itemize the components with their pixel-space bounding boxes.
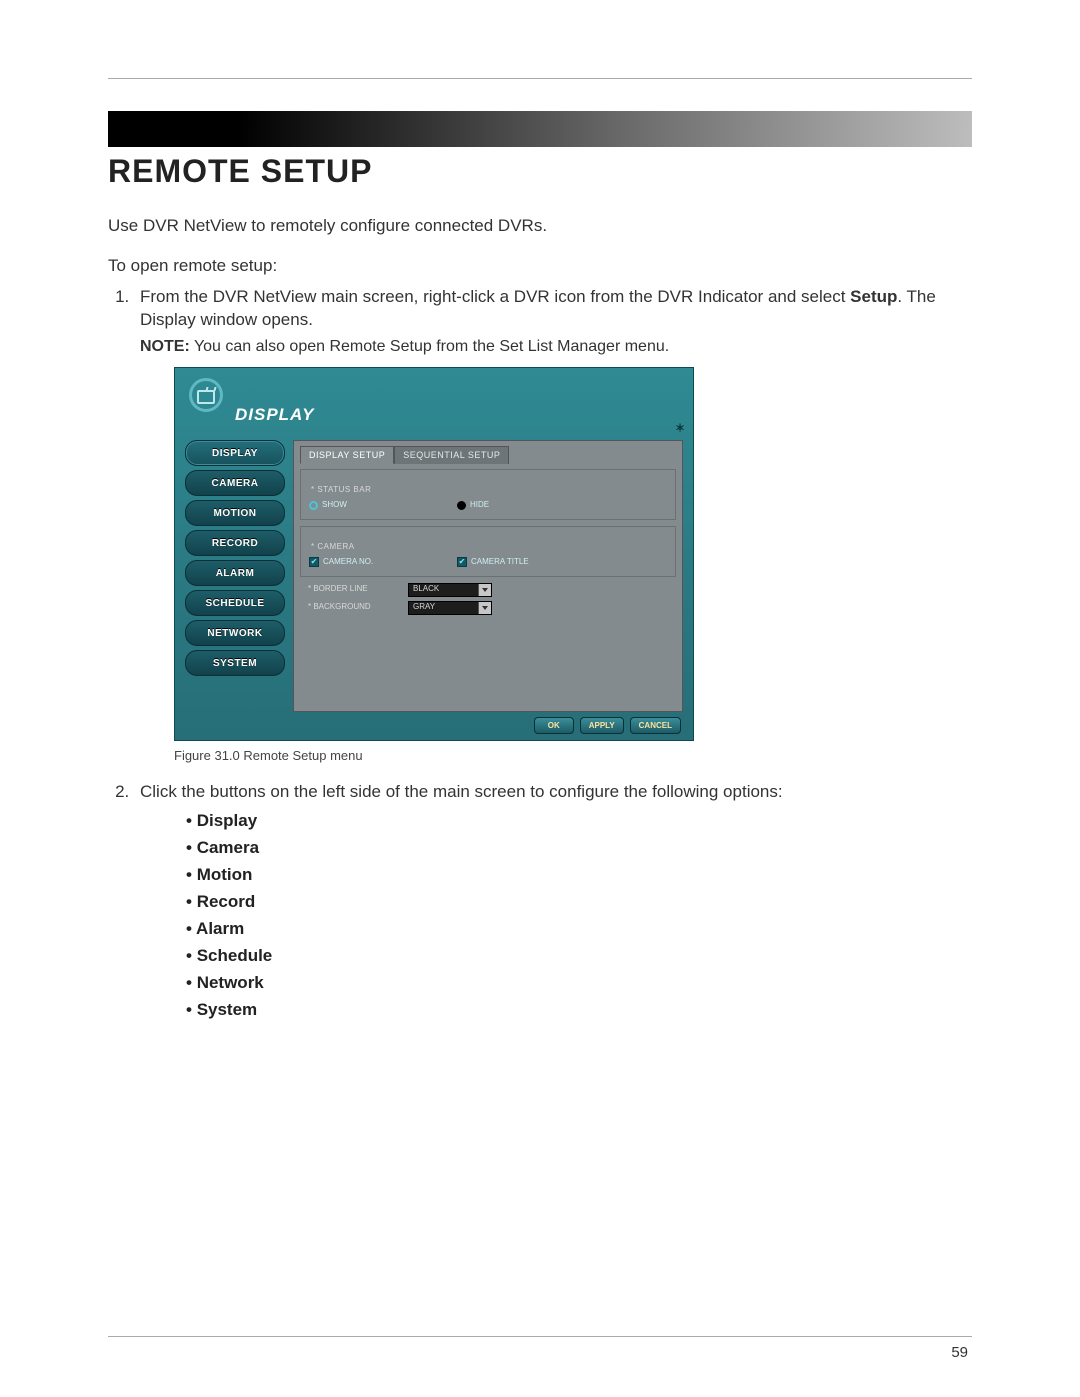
page-heading: REMOTE SETUP	[108, 153, 972, 190]
borderline-value: BLACK	[413, 584, 439, 595]
statusbar-show-radio[interactable]	[309, 501, 318, 510]
sidebar-btn-alarm[interactable]: ALARM	[185, 560, 285, 586]
option-motion: Motion	[186, 864, 972, 887]
sidebar: DISPLAY CAMERA MOTION RECORD ALARM SCHED…	[185, 440, 285, 712]
note-label: NOTE:	[140, 338, 190, 355]
step-2: Click the buttons on the left side of th…	[134, 781, 972, 1021]
steps-list: From the DVR NetView main screen, right-…	[108, 286, 972, 1021]
main-panel: DISPLAY SETUP SEQUENTIAL SETUP * STATUS …	[293, 440, 683, 712]
sidebar-btn-record[interactable]: RECORD	[185, 530, 285, 556]
figure-wrap: DISPLAY ✶ DISPLAY CAMERA MOTION RECORD A…	[174, 367, 972, 741]
option-alarm: Alarm	[186, 918, 972, 941]
option-camera: Camera	[186, 837, 972, 860]
sidebar-btn-system[interactable]: SYSTEM	[185, 650, 285, 676]
page-number: 59	[951, 1344, 968, 1361]
option-record: Record	[186, 891, 972, 914]
step2-text: Click the buttons on the left side of th…	[140, 782, 783, 801]
subintro-text: To open remote setup:	[108, 256, 972, 276]
app-window: DISPLAY ✶ DISPLAY CAMERA MOTION RECORD A…	[174, 367, 694, 741]
intro-text: Use DVR NetView to remotely configure co…	[108, 216, 972, 236]
tv-icon	[189, 378, 223, 412]
figure-caption: Figure 31.0 Remote Setup menu	[174, 747, 972, 765]
app-header: DISPLAY ✶	[175, 368, 693, 432]
background-value: GRAY	[413, 602, 435, 613]
ok-button[interactable]: OK	[534, 717, 574, 734]
note-line: NOTE: You can also open Remote Setup fro…	[140, 336, 972, 358]
tab-sequential-setup[interactable]: SEQUENTIAL SETUP	[394, 446, 509, 464]
cancel-button[interactable]: CANCEL	[630, 717, 681, 734]
option-display: Display	[186, 810, 972, 833]
note-text: You can also open Remote Setup from the …	[190, 338, 669, 355]
gradient-banner	[108, 111, 972, 147]
option-system: System	[186, 999, 972, 1022]
bottom-rule	[108, 1336, 972, 1337]
step-1: From the DVR NetView main screen, right-…	[134, 286, 972, 765]
group-misc: * BORDER LINE BLACK * BACKGROUND GRAY	[300, 583, 676, 623]
chevron-down-icon	[482, 606, 488, 610]
statusbar-show-label: SHOW	[322, 500, 347, 511]
step1-bold: Setup	[850, 287, 897, 306]
camera-title-check[interactable]: ✔	[457, 557, 467, 567]
group-camera: * CAMERA ✔ CAMERA NO. ✔ CAMERA TITLE	[300, 526, 676, 577]
apply-button[interactable]: APPLY	[580, 717, 624, 734]
sidebar-btn-camera[interactable]: CAMERA	[185, 470, 285, 496]
borderline-label: * BORDER LINE	[308, 584, 398, 595]
tabs: DISPLAY SETUP SEQUENTIAL SETUP	[300, 445, 676, 463]
statusbar-hide-label: HIDE	[470, 500, 489, 511]
step1-part-a: From the DVR NetView main screen, right-…	[140, 287, 850, 306]
background-dropdown[interactable]: GRAY	[408, 601, 492, 615]
top-rule	[108, 78, 972, 79]
group-statusbar-label: * STATUS BAR	[309, 485, 373, 496]
sidebar-btn-motion[interactable]: MOTION	[185, 500, 285, 526]
sidebar-btn-display[interactable]: DISPLAY	[185, 440, 285, 466]
camera-no-check[interactable]: ✔	[309, 557, 319, 567]
app-title: DISPLAY	[235, 404, 314, 427]
option-network: Network	[186, 972, 972, 995]
sidebar-btn-network[interactable]: NETWORK	[185, 620, 285, 646]
camera-title-label: CAMERA TITLE	[471, 557, 529, 568]
group-camera-label: * CAMERA	[309, 542, 357, 553]
close-icon[interactable]: ✶	[675, 420, 685, 436]
tab-display-setup[interactable]: DISPLAY SETUP	[300, 446, 394, 464]
camera-no-label: CAMERA NO.	[323, 557, 373, 568]
statusbar-hide-radio[interactable]	[457, 501, 466, 510]
sidebar-btn-schedule[interactable]: SCHEDULE	[185, 590, 285, 616]
options-list: Display Camera Motion Record Alarm Sched…	[186, 810, 972, 1022]
footer-buttons: OK APPLY CANCEL	[534, 717, 681, 734]
group-statusbar: * STATUS BAR SHOW HIDE	[300, 469, 676, 520]
option-schedule: Schedule	[186, 945, 972, 968]
chevron-down-icon	[482, 588, 488, 592]
app-body: DISPLAY CAMERA MOTION RECORD ALARM SCHED…	[185, 440, 683, 712]
borderline-dropdown[interactable]: BLACK	[408, 583, 492, 597]
background-label: * BACKGROUND	[308, 602, 398, 613]
